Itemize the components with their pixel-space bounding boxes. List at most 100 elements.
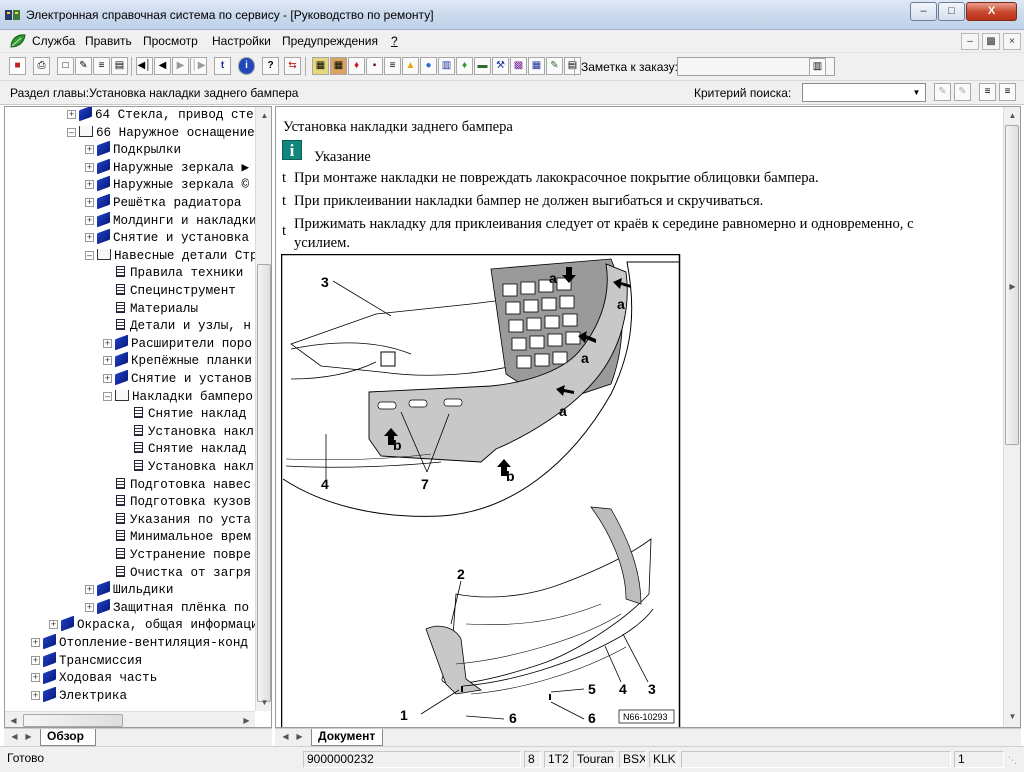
scroll-down-icon[interactable]: ▼ — [1004, 708, 1020, 725]
grid-icon[interactable]: ▦ — [330, 57, 347, 75]
expand-icon[interactable]: + — [49, 620, 58, 630]
notes-icon[interactable]: ▤ — [564, 57, 581, 75]
tree-item[interactable]: + Снятие и установка — [85, 228, 249, 247]
expand-icon[interactable]: + — [85, 180, 94, 190]
mdi-close-button[interactable]: × — [1003, 33, 1021, 50]
document-vertical-scrollbar[interactable]: ▲ ▶ ▼ — [1003, 107, 1020, 727]
book-icon[interactable]: ▪ — [366, 57, 383, 75]
chevron-down-icon[interactable]: ▼ — [909, 85, 924, 100]
exit-icon[interactable]: ■ — [9, 57, 26, 75]
info-icon[interactable]: i — [238, 57, 255, 75]
edit-document-icon[interactable]: ✎ — [75, 57, 92, 75]
tree-item[interactable]: + Наружные зеркала ▶ — [85, 158, 249, 177]
scroll-up-icon[interactable]: ▲ — [256, 107, 271, 124]
expand-icon[interactable]: + — [85, 602, 94, 612]
marker-icon[interactable]: ✎ — [546, 57, 563, 75]
tree-item[interactable]: Подготовка кузов — [103, 494, 251, 511]
tree-item[interactable]: + Расширители поро — [103, 334, 252, 353]
tree-item[interactable]: Установка накл — [121, 424, 254, 441]
leaf-tool-icon[interactable]: ♦ — [456, 57, 473, 75]
next-page-icon[interactable]: ▶ — [172, 57, 189, 75]
tree-item[interactable]: + Снятие и установ — [103, 369, 252, 388]
calculator-icon[interactable]: ▦ — [312, 57, 329, 75]
menu-view[interactable]: Просмотр — [143, 34, 198, 48]
tree-item[interactable]: Подготовка навес — [103, 477, 251, 494]
warning-icon[interactable]: ▲ — [402, 57, 419, 75]
tree-item[interactable]: Минимальное врем — [103, 529, 251, 546]
align-left-icon[interactable]: ≡ — [979, 83, 996, 101]
expand-icon[interactable]: + — [31, 673, 40, 683]
tree-item[interactable]: Правила техники — [103, 265, 243, 282]
tree-item[interactable]: + Защитная плёнка по — [85, 598, 249, 617]
wiring-icon[interactable]: ♦ — [348, 57, 365, 75]
tree-item[interactable]: Материалы — [103, 301, 198, 318]
scroll-right-icon[interactable]: ▶ — [1004, 278, 1020, 295]
scroll-up-icon[interactable]: ▲ — [1004, 107, 1020, 124]
menu-warnings[interactable]: Предупреждения — [282, 34, 378, 48]
align-right-icon[interactable]: ≡ — [999, 83, 1016, 101]
collapse-icon[interactable]: – — [67, 127, 76, 137]
tree-item[interactable]: +64 Стекла, привод стекол — [67, 107, 255, 124]
expand-icon[interactable]: + — [103, 338, 112, 348]
tree-item[interactable]: Детали и узлы, н — [103, 318, 251, 335]
search-criteria-combo[interactable]: ▼ — [802, 83, 926, 102]
tab-prev-icon[interactable]: ◀ — [279, 730, 292, 744]
tree-item[interactable]: Указания по уста — [103, 512, 251, 529]
tree-item[interactable]: + Электрика — [31, 686, 127, 705]
tree-item[interactable]: Снятие наклад — [121, 406, 246, 423]
expand-icon[interactable]: + — [85, 198, 94, 207]
tree-item[interactable]: + Подкрылки — [85, 140, 181, 159]
tree-horizontal-scrollbar[interactable]: ◀ ▶ — [5, 711, 255, 727]
resize-grip-icon[interactable]: ⋱ — [1008, 755, 1020, 769]
scroll-left-icon[interactable]: ◀ — [5, 712, 22, 727]
expand-icon[interactable]: + — [103, 374, 112, 383]
expand-icon[interactable]: + — [31, 655, 40, 665]
expand-icon[interactable]: + — [85, 215, 94, 225]
list-icon[interactable]: ≡ — [384, 57, 401, 75]
tab-prev-icon[interactable]: ◀ — [8, 730, 21, 744]
tree-item[interactable]: + Трансмиссия — [31, 651, 142, 670]
expand-icon[interactable]: + — [85, 585, 94, 595]
tree-scroll-thumb[interactable] — [257, 264, 271, 702]
tree-item[interactable]: + Крепёжные планки — [103, 352, 252, 370]
mdi-restore-button[interactable]: ▩ — [982, 33, 1000, 50]
tab-next-icon[interactable]: ▶ — [22, 730, 35, 744]
menu-edit[interactable]: Править — [85, 34, 132, 48]
tree-item[interactable]: + Ходовая часть — [31, 668, 157, 687]
tab-document[interactable]: Документ — [311, 729, 383, 746]
document-list-icon[interactable]: ≡ — [93, 57, 110, 75]
expand-icon[interactable]: + — [85, 233, 94, 243]
clipboard-icon[interactable]: ▥ — [438, 57, 455, 75]
menu-settings[interactable]: Настройки — [212, 34, 271, 48]
first-page-icon[interactable]: ◀│ — [136, 57, 153, 75]
expand-icon[interactable]: + — [103, 356, 112, 366]
car-icon[interactable]: ▬ — [474, 57, 491, 75]
expand-icon[interactable]: + — [67, 110, 76, 119]
maximize-button[interactable]: □ — [938, 2, 965, 21]
menu-service[interactable]: Служба — [32, 34, 75, 48]
search-forward-icon[interactable]: ✎ — [954, 83, 971, 101]
globe-icon[interactable]: ● — [420, 57, 437, 75]
search-doc-icon[interactable]: ▦ — [528, 57, 545, 75]
previous-page-icon[interactable]: ◀ — [154, 57, 171, 75]
tree-hscroll-thumb[interactable] — [23, 714, 123, 727]
tree-item[interactable]: Очистка от загря — [103, 565, 251, 582]
tree-item[interactable]: Устранение повре — [103, 547, 251, 564]
new-document-icon[interactable]: □ — [57, 57, 74, 75]
minimize-button[interactable]: – — [910, 2, 937, 21]
scroll-right-icon[interactable]: ▶ — [238, 712, 255, 727]
tree-item[interactable]: + Решётка радиатора — [85, 193, 241, 212]
help-icon[interactable]: ? — [262, 57, 279, 75]
expand-icon[interactable]: + — [31, 690, 40, 700]
tree-item[interactable]: Установка накл — [121, 459, 254, 476]
tab-overview[interactable]: Обзор — [40, 729, 96, 746]
last-page-icon[interactable]: │▶ — [190, 57, 207, 75]
leaf-icon[interactable] — [9, 33, 27, 49]
expand-icon[interactable]: + — [85, 145, 94, 155]
expand-icon[interactable]: + — [85, 162, 94, 172]
print-icon[interactable]: ⎙ — [33, 57, 50, 75]
collapse-icon[interactable]: – — [103, 391, 112, 401]
note-edit-icon[interactable]: ▥ — [809, 58, 826, 76]
tree-item[interactable]: – Накладки бамперо — [103, 389, 253, 406]
swap-icon[interactable]: ⇆ — [284, 57, 301, 75]
